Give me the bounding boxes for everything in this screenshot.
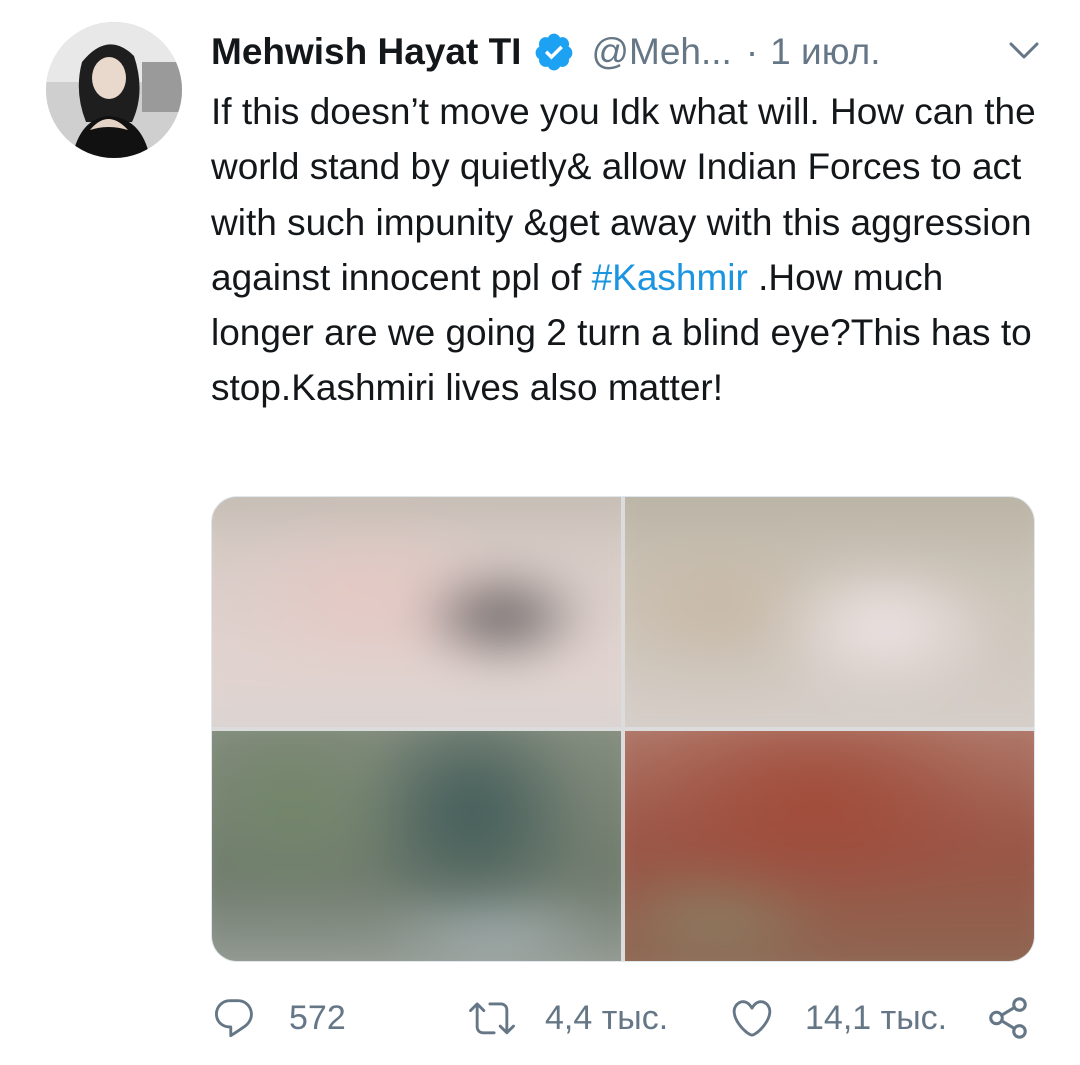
verified-badge-icon — [533, 31, 575, 73]
chevron-down-icon[interactable] — [1007, 36, 1041, 66]
hashtag-link[interactable]: #Kashmir — [592, 257, 748, 298]
action-bar: 572 4,4 тыс. 14,1 тыс. — [211, 988, 1037, 1048]
retweet-button[interactable]: 4,4 тыс. — [469, 988, 668, 1048]
avatar-photo — [46, 22, 182, 158]
heart-icon — [729, 995, 775, 1041]
retweet-icon — [469, 995, 515, 1041]
tweet-text: If this doesn’t move you Idk what will. … — [211, 84, 1041, 416]
share-icon — [985, 995, 1031, 1041]
reply-button[interactable]: 572 — [211, 988, 346, 1048]
media-photo-1[interactable] — [212, 497, 621, 727]
reply-icon — [211, 995, 257, 1041]
author-handle[interactable]: @Meh... — [591, 31, 731, 73]
separator-dot: · — [745, 31, 759, 72]
tweet-header: Mehwish Hayat TI @Meh... · 1 июл. — [211, 22, 1041, 82]
media-grid — [211, 496, 1035, 962]
like-button[interactable]: 14,1 тыс. — [729, 988, 947, 1048]
avatar[interactable] — [46, 22, 182, 158]
media-photo-4[interactable] — [625, 731, 1034, 961]
author-name[interactable]: Mehwish Hayat TI — [211, 31, 521, 73]
reply-count: 572 — [289, 998, 346, 1037]
media-photo-3[interactable] — [212, 731, 621, 961]
media-photo-2[interactable] — [625, 497, 1034, 727]
tweet-date[interactable]: 1 июл. — [770, 31, 880, 73]
retweet-count: 4,4 тыс. — [545, 998, 669, 1037]
like-count: 14,1 тыс. — [805, 998, 948, 1037]
share-button[interactable] — [985, 988, 1031, 1048]
